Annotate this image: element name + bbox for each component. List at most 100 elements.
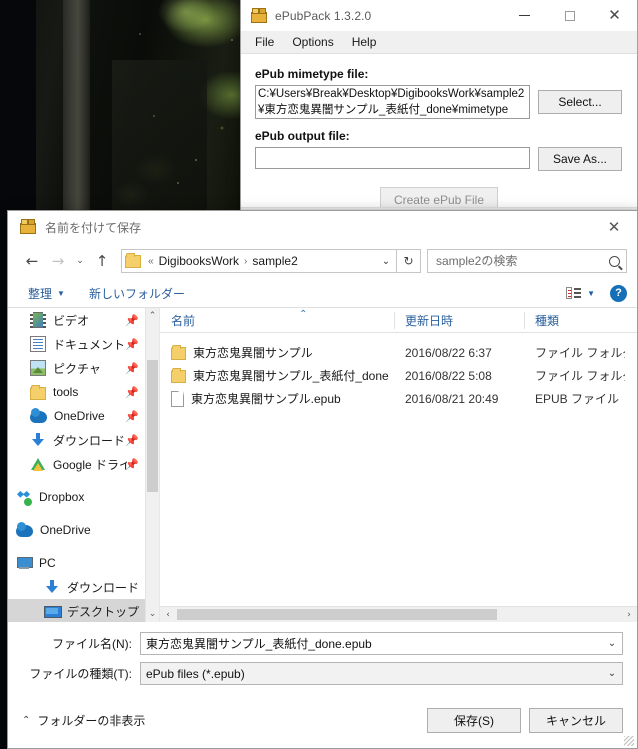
package-icon bbox=[251, 7, 267, 24]
navigation-sidebar: ビデオ 📌 ドキュメント 📌 ピクチャ 📌 tools 📌 OneDrive 📌… bbox=[8, 308, 160, 622]
output-path-input[interactable] bbox=[255, 147, 530, 169]
scrollbar-thumb[interactable] bbox=[177, 609, 497, 620]
up-button[interactable]: ↑ bbox=[89, 248, 115, 274]
scroll-right-button[interactable]: › bbox=[621, 610, 637, 620]
menu-options[interactable]: Options bbox=[283, 33, 342, 51]
table-row[interactable]: 東方恋鬼異闇サンプル.epub 2016/08/21 20:49 EPUB ファ… bbox=[160, 387, 637, 410]
sidebar-item-label: Google ドライブ bbox=[53, 457, 127, 472]
sort-ascending-icon: ⌃ bbox=[299, 309, 308, 320]
pc-icon bbox=[16, 555, 33, 571]
back-button[interactable]: ← bbox=[19, 248, 45, 274]
save-as-title-bar[interactable]: 名前を付けて保存 ✕ bbox=[8, 211, 637, 243]
pin-icon[interactable]: 📌 bbox=[125, 386, 139, 399]
pin-icon[interactable]: 📌 bbox=[125, 434, 139, 447]
dialog-footer: ⌃ フォルダーの非表示 保存(S) キャンセル bbox=[8, 692, 637, 748]
scroll-left-button[interactable]: ‹ bbox=[160, 610, 176, 620]
sidebar-item-dropbox[interactable]: Dropbox bbox=[8, 485, 145, 509]
sidebar-item-onedrive[interactable]: OneDrive bbox=[8, 518, 145, 542]
search-input[interactable] bbox=[434, 253, 609, 269]
save-as-title: 名前を付けて保存 bbox=[45, 220, 142, 235]
sidebar-item-downloads-quick[interactable]: ダウンロード 📌 bbox=[8, 428, 145, 452]
epubpack-body: ePub mimetype file: C:¥Users¥Break¥Deskt… bbox=[241, 54, 637, 213]
resize-grip[interactable] bbox=[624, 736, 634, 746]
file-type: ファイル フォルダー bbox=[535, 369, 625, 383]
scrollbar-thumb[interactable] bbox=[147, 360, 158, 492]
save-as-dialog: 名前を付けて保存 ✕ ← → ⌄ ↑ « DigibooksWork › sam… bbox=[7, 210, 638, 749]
minimize-button[interactable] bbox=[502, 0, 547, 31]
sidebar-scrollbar[interactable]: ⌃ ⌄ bbox=[145, 308, 159, 622]
organize-button[interactable]: 整理 ▼ bbox=[20, 282, 73, 305]
sidebar-item-label: ビデオ bbox=[53, 313, 90, 328]
file-name-cell: 東方恋鬼異闇サンプル bbox=[160, 344, 395, 361]
address-bar[interactable]: « DigibooksWork › sample2 ⌄ bbox=[121, 249, 397, 273]
column-header-type[interactable]: 種類 bbox=[525, 308, 625, 333]
download-icon bbox=[44, 579, 60, 595]
close-icon[interactable]: ✕ bbox=[592, 0, 637, 31]
pin-icon[interactable]: 📌 bbox=[125, 338, 139, 351]
file-date: 2016/08/21 20:49 bbox=[405, 391, 499, 406]
new-folder-button[interactable]: 新しいフォルダー bbox=[81, 282, 193, 305]
refresh-icon[interactable]: ↻ bbox=[397, 249, 421, 273]
help-icon[interactable]: ? bbox=[610, 284, 627, 302]
onedrive-icon bbox=[30, 408, 47, 423]
search-box[interactable] bbox=[427, 249, 627, 273]
video-icon bbox=[30, 312, 46, 328]
file-name-cell: 東方恋鬼異闇サンプル.epub bbox=[160, 390, 395, 407]
sidebar-item-documents[interactable]: ドキュメント 📌 bbox=[8, 332, 145, 356]
select-button[interactable]: Select... bbox=[538, 90, 622, 114]
sidebar-item-label: デスクトップ bbox=[67, 604, 140, 619]
table-row[interactable]: 東方恋鬼異闇サンプル 2016/08/22 6:37 ファイル フォルダー bbox=[160, 341, 637, 364]
sidebar-item-tools[interactable]: tools 📌 bbox=[8, 380, 145, 404]
sidebar-item-onedrive-quick[interactable]: OneDrive 📌 bbox=[8, 404, 145, 428]
sidebar-item-google-drive[interactable]: Google ドライブ 📌 bbox=[8, 452, 145, 476]
sidebar-item-downloads[interactable]: ダウンロード bbox=[8, 575, 145, 599]
sidebar-item-pc[interactable]: PC bbox=[8, 551, 145, 575]
pin-icon[interactable]: 📌 bbox=[125, 458, 139, 471]
chevron-down-icon[interactable]: ⌄ bbox=[602, 638, 622, 649]
google-drive-icon bbox=[30, 456, 46, 472]
column-header-name[interactable]: 名前 bbox=[160, 308, 395, 333]
folder-icon bbox=[171, 368, 186, 383]
hide-folders-toggle[interactable]: ⌃ フォルダーの非表示 bbox=[22, 712, 145, 729]
save-as-button[interactable]: Save As... bbox=[538, 147, 622, 171]
breadcrumb-sample2[interactable]: sample2 bbox=[248, 252, 301, 270]
dropbox-icon bbox=[16, 489, 33, 507]
chevron-down-icon[interactable]: ⌄ bbox=[602, 668, 622, 679]
column-header-date[interactable]: 更新日時 bbox=[395, 308, 525, 333]
sidebar-item-pictures[interactable]: ピクチャ 📌 bbox=[8, 356, 145, 380]
maximize-button[interactable] bbox=[547, 0, 592, 31]
pin-icon[interactable]: 📌 bbox=[125, 410, 139, 423]
forward-button[interactable]: → bbox=[45, 248, 71, 274]
file-list-horizontal-scrollbar[interactable]: ‹ › bbox=[160, 606, 637, 622]
epubpack-title-bar[interactable]: ePubPack 1.3.2.0 ✕ bbox=[241, 0, 637, 31]
sidebar-item-desktop[interactable]: デスクトップ bbox=[8, 599, 145, 622]
filename-input[interactable]: 東方恋鬼異闇サンプル_表紙付_done.epub bbox=[146, 635, 602, 652]
change-view-button[interactable]: ▼ bbox=[561, 285, 600, 301]
breadcrumb-digibookswork[interactable]: DigibooksWork bbox=[155, 252, 243, 270]
filename-combo[interactable]: 東方恋鬼異闇サンプル_表紙付_done.epub ⌄ bbox=[140, 632, 623, 655]
mimetype-path-input[interactable]: C:¥Users¥Break¥Desktop¥DigibooksWork¥sam… bbox=[255, 85, 530, 119]
document-icon bbox=[30, 336, 46, 352]
table-row[interactable]: 東方恋鬼異闇サンプル_表紙付_done 2016/08/22 5:08 ファイル… bbox=[160, 364, 637, 387]
scroll-up-button[interactable]: ⌃ bbox=[146, 308, 159, 324]
epubpack-window: ePubPack 1.3.2.0 ✕ File Options Help ePu… bbox=[240, 0, 638, 213]
sidebar-item-label: PC bbox=[39, 556, 56, 570]
pin-icon[interactable]: 📌 bbox=[125, 362, 139, 375]
pin-icon[interactable]: 📌 bbox=[125, 314, 139, 327]
menu-help[interactable]: Help bbox=[343, 33, 386, 51]
cancel-button[interactable]: キャンセル bbox=[529, 707, 623, 733]
file-rows: 東方恋鬼異闇サンプル 2016/08/22 6:37 ファイル フォルダー 東方… bbox=[160, 333, 637, 410]
sidebar-item-video[interactable]: ビデオ 📌 bbox=[8, 308, 145, 332]
chevron-down-icon[interactable]: ⌄ bbox=[376, 256, 396, 267]
organize-label: 整理 bbox=[28, 286, 53, 301]
close-icon[interactable]: ✕ bbox=[591, 211, 637, 243]
sidebar-item-label: OneDrive bbox=[40, 523, 91, 537]
save-button[interactable]: 保存(S) bbox=[427, 707, 521, 733]
recent-locations-button[interactable]: ⌄ bbox=[71, 248, 89, 274]
filetype-combo[interactable]: ePub files (*.epub) ⌄ bbox=[140, 662, 623, 685]
menu-file[interactable]: File bbox=[246, 33, 283, 51]
filetype-value: ePub files (*.epub) bbox=[146, 666, 245, 681]
scroll-down-button[interactable]: ⌄ bbox=[146, 606, 159, 622]
